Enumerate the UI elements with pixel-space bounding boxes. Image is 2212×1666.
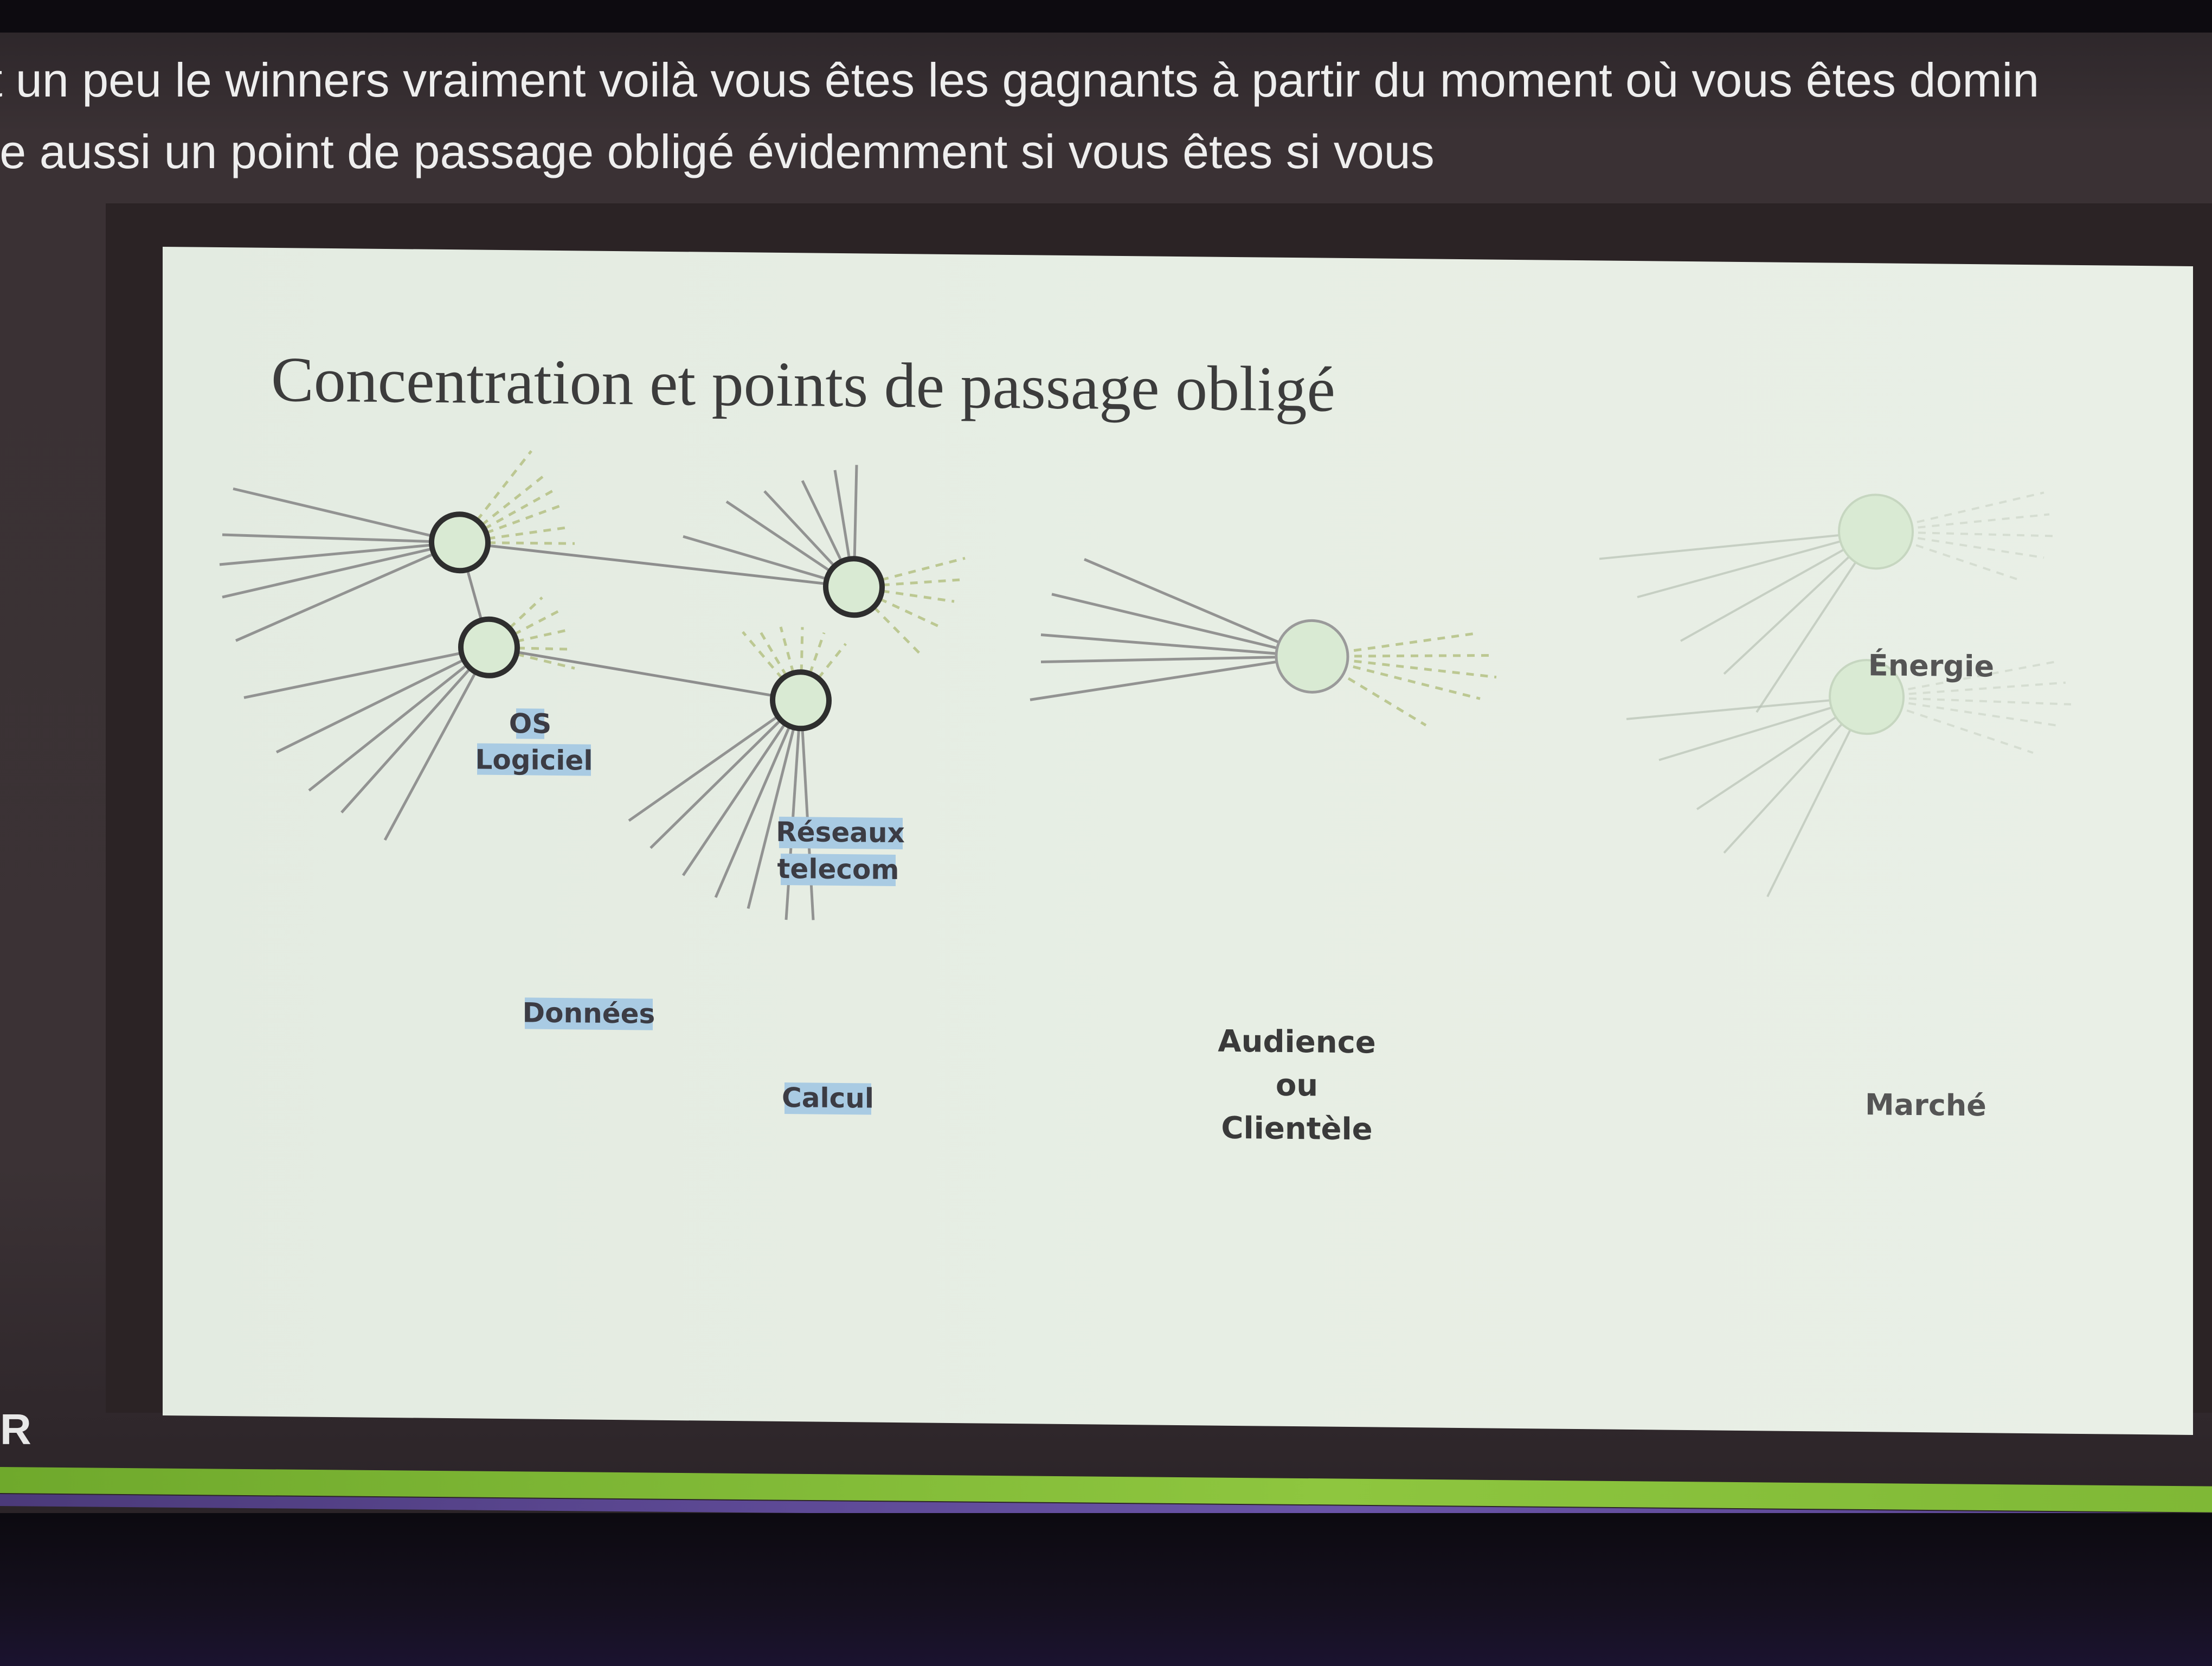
label-os-logiciel: OS Logiciel	[475, 708, 593, 777]
node-donnees	[458, 616, 520, 678]
link-os-reseaux	[459, 541, 854, 588]
label-energie: Énergie	[1868, 648, 1994, 683]
label-audience-line2: ou	[1276, 1068, 1318, 1104]
label-calcul: Calcul	[782, 1082, 874, 1115]
top-bar	[0, 0, 2212, 33]
donnees-ray	[308, 646, 490, 792]
label-logiciel: Logiciel	[475, 744, 593, 777]
calcul-ray	[681, 699, 802, 876]
diagram-nodes	[429, 494, 1914, 735]
node-reseaux-telecom	[823, 556, 885, 618]
os-ray	[235, 541, 461, 642]
label-os: OS	[509, 708, 552, 740]
label-audience-line1: Audience	[1218, 1024, 1376, 1061]
os-ray	[222, 533, 460, 544]
label-audience: Audience ou Clientèle	[1218, 1024, 1376, 1148]
calcul-ray	[799, 700, 815, 920]
caption-line-1: t un peu le winners vraiment voilà vous …	[0, 53, 2040, 107]
label-audience-line3: Clientèle	[1221, 1111, 1372, 1148]
node-energie	[1838, 494, 1914, 570]
os-ray	[219, 541, 460, 566]
concentration-diagram: OS Logiciel Réseaux telecom Données Calc…	[219, 450, 2072, 1148]
stage-floor	[0, 1513, 2212, 1666]
os-ray	[233, 487, 460, 544]
label-donnees: Données	[523, 997, 655, 1030]
diagram-rays	[219, 450, 2072, 920]
presentation-screen: t un peu le winners vraiment voilà vous …	[0, 0, 2212, 1666]
link-donnees-calcul	[488, 646, 801, 702]
label-telecom: telecom	[777, 853, 899, 886]
donnees-ray	[340, 646, 490, 813]
os-ray	[222, 541, 460, 599]
donnees-ray	[243, 646, 490, 699]
label-reseaux-telecom: Réseaux telecom	[776, 816, 905, 886]
label-reseaux: Réseaux	[776, 816, 905, 849]
label-donnees-text: Données	[523, 997, 655, 1029]
donnees-ray	[275, 646, 490, 754]
label-marche: Marché	[1865, 1087, 1986, 1123]
live-caption: t un peu le winners vraiment voilà vous …	[0, 43, 2212, 206]
label-calcul-text: Calcul	[782, 1082, 874, 1114]
node-os-logiciel	[429, 511, 491, 574]
footer-logo-fragment: R	[0, 1405, 31, 1453]
node-audience	[1275, 619, 1349, 694]
caption-line-2: re aussi un point de passage obligé évid…	[0, 125, 1435, 178]
node-calcul	[770, 669, 832, 732]
slide: Concentration et points de passage oblig…	[163, 247, 2193, 1435]
donnees-ray	[383, 646, 491, 841]
energie-ray	[1599, 530, 1876, 560]
